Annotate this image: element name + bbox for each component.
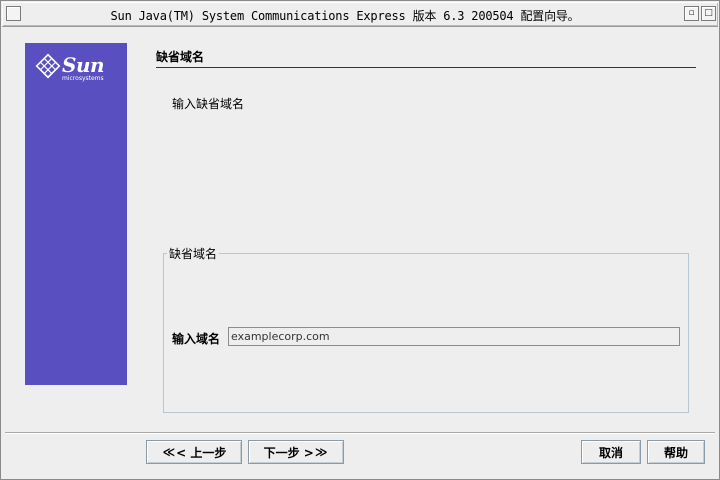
cancel-button-label: 取消	[598, 445, 623, 460]
page-title: 缺省域名	[156, 50, 205, 64]
window-menu-button[interactable]	[6, 6, 21, 21]
cancel-button[interactable]: 取消	[581, 440, 641, 464]
wizard-window: Sun Java(TM) System Communications Expre…	[0, 0, 720, 480]
back-button[interactable]: ≪ < 上一步	[146, 440, 242, 464]
minimize-button[interactable]: ▫	[684, 6, 699, 21]
next-button[interactable]: 下一步 > ≫	[248, 440, 344, 464]
domain-field-label: 输入域名	[172, 332, 221, 346]
sun-logo: Sun microsystems	[35, 53, 115, 85]
button-bar-divider	[5, 432, 715, 434]
sun-logo-wordmark: Sun	[62, 53, 105, 77]
title-divider	[156, 67, 696, 68]
window-title: Sun Java(TM) System Communications Expre…	[110, 9, 580, 23]
sun-logo-subtitle: microsystems	[62, 75, 104, 82]
instruction-text: 输入缺省域名	[172, 97, 245, 111]
back-button-label: < 上一步	[176, 445, 227, 460]
maximize-button[interactable]: □	[701, 6, 716, 21]
double-left-arrow-icon: ≪	[162, 445, 176, 459]
help-button[interactable]: 帮助	[647, 440, 705, 464]
double-right-arrow-icon: ≫	[314, 445, 328, 459]
next-button-label: 下一步 >	[263, 445, 314, 460]
sidebar-panel: Sun microsystems	[25, 43, 127, 385]
title-bar[interactable]: Sun Java(TM) System Communications Expre…	[2, 2, 718, 27]
sun-logo-icon	[35, 53, 61, 79]
domain-group-legend: 缺省域名	[167, 245, 220, 262]
domain-input[interactable]	[228, 327, 680, 346]
help-button-label: 帮助	[663, 445, 688, 460]
